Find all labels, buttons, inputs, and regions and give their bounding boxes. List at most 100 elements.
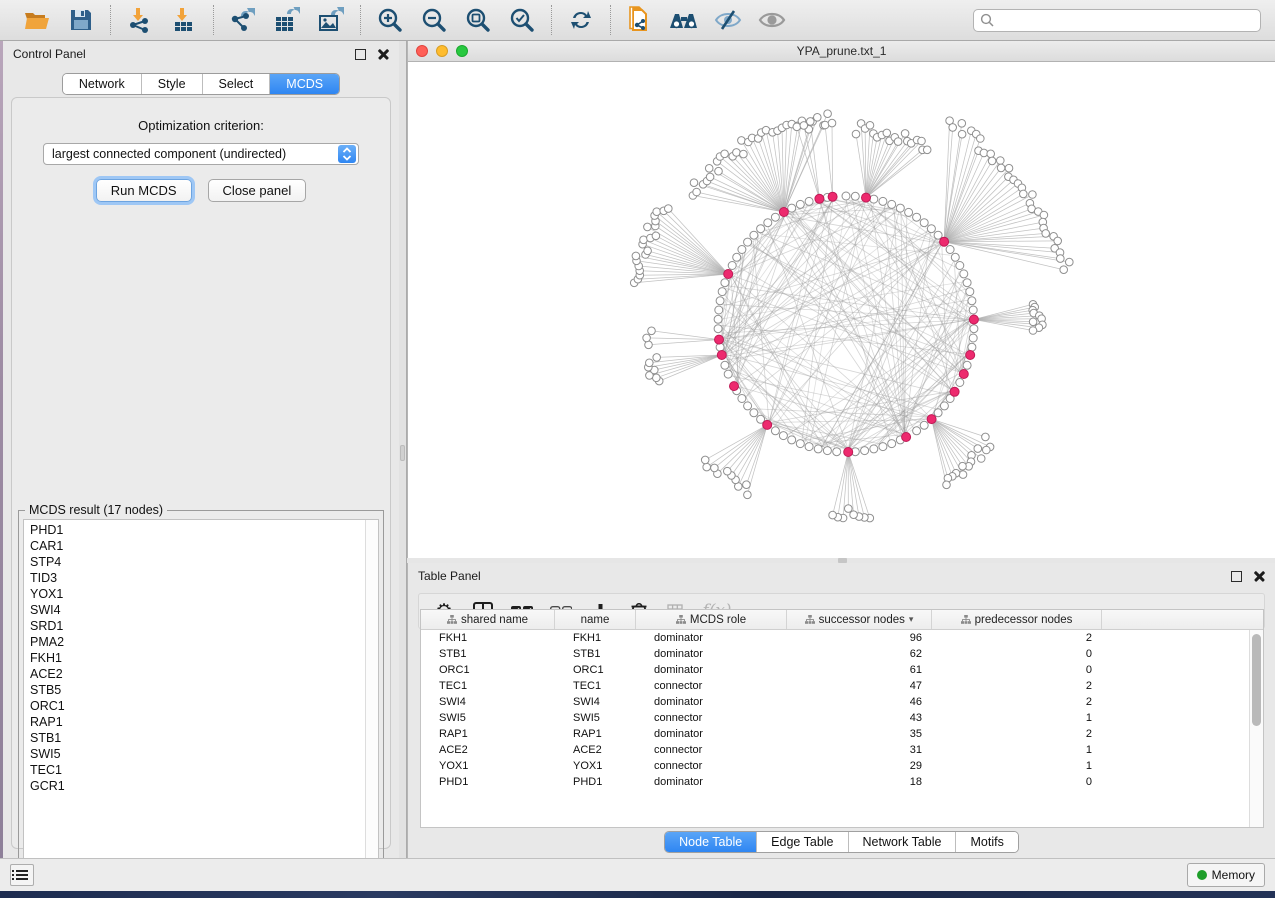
network-window-titlebar[interactable]: YPA_prune.txt_1 [408, 41, 1275, 62]
mcds-result-item[interactable]: ACE2 [30, 666, 372, 682]
save-session-button[interactable] [66, 5, 96, 35]
window-zoom-button[interactable] [456, 45, 468, 57]
cell-predecessors: 2 [932, 680, 1102, 692]
clone-network-button[interactable] [625, 5, 655, 35]
float-panel-icon[interactable] [355, 49, 366, 60]
column-label: MCDS role [690, 614, 746, 626]
table-header-row: shared namename MCDS role successor nodes▾… [421, 610, 1263, 630]
table-row[interactable]: PHD1PHD1dominator180 [421, 774, 1249, 790]
node-table: shared namename MCDS role successor nodes▾… [420, 609, 1264, 828]
cell-shared_name: SWI5 [421, 712, 555, 724]
open-file-button[interactable] [22, 5, 52, 35]
tab-edge-table[interactable]: Edge Table [757, 832, 848, 852]
export-table-button[interactable] [272, 5, 302, 35]
export-table-icon [274, 7, 300, 33]
mcds-result-item[interactable]: GCR1 [30, 778, 372, 794]
close-panel-icon[interactable] [378, 49, 389, 60]
cell-shared_name: SWI4 [421, 696, 555, 708]
network-column-icon [447, 615, 457, 624]
control-panel: Control Panel NetworkStyleSelectMCDS Opt… [3, 41, 399, 858]
clone-network-icon [628, 6, 652, 34]
cell-predecessors: 0 [932, 648, 1102, 660]
zoom-out-button[interactable] [419, 5, 449, 35]
table-row[interactable]: FKH1FKH1dominator962 [421, 630, 1249, 646]
mcds-result-item[interactable]: CAR1 [30, 538, 372, 554]
mcds-result-item[interactable]: STB5 [30, 682, 372, 698]
mcds-result-item[interactable]: FKH1 [30, 650, 372, 666]
window-close-button[interactable] [416, 45, 428, 57]
column-header-MCDS-role[interactable]: MCDS role [636, 610, 787, 629]
tab-mcds[interactable]: MCDS [270, 74, 339, 94]
memory-button[interactable]: Memory [1187, 863, 1265, 887]
mcds-result-item[interactable]: SWI5 [30, 746, 372, 762]
apply-layout-button[interactable] [566, 5, 596, 35]
tab-select[interactable]: Select [203, 74, 271, 94]
table-row[interactable]: ACE2ACE2connector311 [421, 742, 1249, 758]
close-panel-button[interactable]: Close panel [208, 179, 307, 202]
close-panel-icon[interactable] [1254, 571, 1265, 582]
show-all-button[interactable] [757, 5, 787, 35]
zoom-selected-button[interactable] [507, 5, 537, 35]
mcds-result-item[interactable]: TID3 [30, 570, 372, 586]
zoom-fit-button[interactable] [463, 5, 493, 35]
search-input[interactable] [995, 13, 1254, 27]
column-label: successor nodes [819, 614, 905, 626]
mcds-result-list[interactable]: PHD1CAR1STP4TID3YOX1SWI4SRD1PMA2FKH1ACE2… [23, 519, 379, 875]
mcds-result-item[interactable]: STP4 [30, 554, 372, 570]
search-field[interactable] [973, 9, 1261, 32]
tab-network-table[interactable]: Network Table [849, 832, 957, 852]
table-row[interactable]: SWI4SWI4dominator462 [421, 694, 1249, 710]
float-panel-icon[interactable] [1231, 571, 1242, 582]
column-header-name[interactable]: name [555, 610, 636, 629]
mcds-result-item[interactable]: RAP1 [30, 714, 372, 730]
cell-name: FKH1 [555, 632, 636, 644]
table-scrollbar[interactable] [1249, 630, 1263, 827]
tab-motifs[interactable]: Motifs [956, 832, 1017, 852]
mcds-result-item[interactable]: PMA2 [30, 634, 372, 650]
network-canvas[interactable] [408, 62, 1274, 556]
table-row[interactable]: RAP1RAP1dominator352 [421, 726, 1249, 742]
cell-shared_name: TEC1 [421, 680, 555, 692]
cell-role: dominator [636, 776, 787, 788]
scrollbar-thumb[interactable] [1252, 634, 1261, 726]
import-table-button[interactable] [169, 5, 199, 35]
first-neighbors-button[interactable] [669, 5, 699, 35]
cell-successors: 62 [787, 648, 932, 660]
table-row[interactable]: SWI5SWI5connector431 [421, 710, 1249, 726]
column-header-successor-nodes[interactable]: successor nodes▾ [787, 610, 932, 629]
mcds-result-item[interactable]: YOX1 [30, 586, 372, 602]
zoom-in-button[interactable] [375, 5, 405, 35]
mcds-result-item[interactable]: SWI4 [30, 602, 372, 618]
splitter-handle[interactable] [400, 445, 405, 461]
window-minimize-button[interactable] [436, 45, 448, 57]
mcds-result-title: MCDS result (17 nodes) [25, 503, 167, 517]
export-image-button[interactable] [316, 5, 346, 35]
mcds-result-item[interactable]: ORC1 [30, 698, 372, 714]
vertical-splitter[interactable] [399, 41, 407, 858]
table-row[interactable]: STB1STB1dominator620 [421, 646, 1249, 662]
mcds-result-item[interactable]: SRD1 [30, 618, 372, 634]
application-window: Control Panel NetworkStyleSelectMCDS Opt… [0, 0, 1275, 898]
hide-selected-button[interactable] [713, 5, 743, 35]
mcds-result-item[interactable]: STB1 [30, 730, 372, 746]
tab-style[interactable]: Style [142, 74, 203, 94]
table-row[interactable]: YOX1YOX1connector291 [421, 758, 1249, 774]
mcds-result-item[interactable]: TEC1 [30, 762, 372, 778]
export-image-icon [318, 7, 344, 33]
column-label: predecessor nodes [975, 614, 1073, 626]
optimization-criterion-select[interactable]: largest connected component (undirected) [43, 143, 359, 165]
mcds-result-item[interactable]: PHD1 [30, 522, 372, 538]
tab-network[interactable]: Network [63, 74, 142, 94]
tab-node-table[interactable]: Node Table [665, 832, 757, 852]
run-mcds-button[interactable]: Run MCDS [96, 179, 192, 202]
import-network-button[interactable] [125, 5, 155, 35]
cell-successors: 31 [787, 744, 932, 756]
export-network-button[interactable] [228, 5, 258, 35]
task-history-button[interactable] [10, 864, 34, 886]
cell-shared_name: STB1 [421, 648, 555, 660]
table-row[interactable]: ORC1ORC1dominator610 [421, 662, 1249, 678]
table-row[interactable]: TEC1TEC1connector472 [421, 678, 1249, 694]
column-header-predecessor-nodes[interactable]: predecessor nodes [932, 610, 1102, 629]
column-header-shared-name[interactable]: shared name [421, 610, 555, 629]
mcds-result-scrollbar[interactable] [365, 520, 378, 874]
